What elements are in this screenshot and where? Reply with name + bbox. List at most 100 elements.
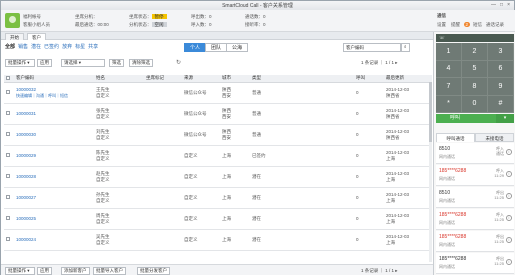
batch-select[interactable]: 批量操作 ▾ [5, 59, 35, 67]
dial-input[interactable]: ☏ [436, 34, 514, 42]
row-checkbox[interactable] [4, 166, 14, 188]
history-item[interactable]: 185****6288 网内通话 呼入 11:29 i [436, 165, 514, 186]
settings-link[interactable]: 设置 [437, 22, 446, 28]
tab-missed[interactable]: 未接电话 [475, 133, 514, 142]
history-item[interactable]: 185****6288 网内通话 呼出 11:25 i [436, 253, 514, 274]
table-row[interactable]: 10000032 快速编辑｜沟通｜呼叫｜短信 王先生 自定义 微信公众号 陕西 西安 普通 0 2… [4, 82, 432, 104]
call-log-link[interactable]: 通话记录 [486, 22, 504, 28]
scope-toggle: 个人 团队 公海 [184, 43, 248, 52]
refresh-icon[interactable]: ↻ [176, 59, 181, 66]
customer-code[interactable]: 10000027 [16, 195, 94, 201]
dial-key[interactable]: 3 [488, 43, 514, 61]
row-checkbox[interactable] [4, 103, 14, 125]
scope-personal[interactable]: 个人 [184, 43, 206, 52]
add-customer-button[interactable]: 添加新客户 [61, 267, 90, 275]
dial-key[interactable]: 2 [462, 43, 488, 61]
import-customers-button[interactable]: 批量导入客户 [93, 267, 126, 275]
row-checkbox[interactable] [4, 187, 14, 209]
table-row[interactable]: 10000029 陈先生 自定义 自定义 上海 已签约 0 2014-12-03 上海 [4, 145, 432, 167]
table-row[interactable]: 10000025 周先生 自定义 自定义 上海 潜在 0 2014-12-03 上海 [4, 208, 432, 230]
reminder-link[interactable]: 提醒 [451, 22, 460, 28]
col-type[interactable]: 类型 [250, 75, 294, 83]
sms-link[interactable]: 短信 [473, 22, 482, 28]
dial-key[interactable]: 6 [488, 60, 514, 78]
assign-customers-button[interactable]: 批量分发客户 [137, 267, 170, 275]
maximize-button[interactable]: □ [500, 2, 503, 8]
status-badge[interactable]: 暂停 [151, 14, 167, 19]
filter-all[interactable]: 全部 [5, 44, 15, 50]
customer-code[interactable]: 10000024 [16, 237, 94, 243]
search-input[interactable]: 客户编码 [343, 43, 401, 52]
table-row[interactable]: 10000030 刘先生 自定义 微信公众号 陕西 西安 普通 0 2014-12-03 陕西省 [4, 124, 432, 146]
info-icon[interactable]: i [506, 237, 512, 243]
table-row[interactable]: 10000031 张先生 自定义 微信公众号 陕西 西安 普通 0 2014-12-03 陕西省 [4, 103, 432, 125]
col-city[interactable]: 城市 [220, 75, 250, 83]
tab-customers[interactable]: 客户 [27, 33, 46, 40]
dial-key[interactable]: # [488, 95, 514, 113]
filter-shared[interactable]: 共享 [88, 44, 98, 50]
customer-code[interactable]: 10000031 [16, 111, 94, 117]
customer-code[interactable]: 10000025 [16, 216, 94, 222]
col-name[interactable]: 姓名 [94, 75, 144, 83]
history-item[interactable]: 185****6288 网内通话 呼入 11:25 i [436, 209, 514, 230]
filter-button[interactable]: 筛选 [109, 59, 124, 67]
close-button[interactable]: × [507, 2, 510, 8]
col-code[interactable]: 客户编码 [14, 75, 94, 83]
tab-start[interactable]: 开始 [5, 33, 24, 40]
row-checkbox[interactable] [4, 208, 14, 230]
col-calls[interactable]: 呼叫 [354, 75, 384, 83]
table-row[interactable]: 10000024 吴先生 自定义 自定义 上海 潜在 0 2014-12-03 上海 [4, 229, 432, 251]
pager[interactable]: 1 条记录 ｜ 1 / 1 ▸ [361, 60, 398, 66]
filter-signed[interactable]: 已签约 [44, 44, 59, 50]
dial-key[interactable]: 8 [462, 78, 488, 96]
select-all-checkbox[interactable] [4, 75, 14, 83]
filter-select[interactable]: 请选择 ▾ [61, 59, 105, 67]
history-item[interactable]: 8510 网内通话 呼出 11:25 i [436, 187, 514, 208]
filter-starred[interactable]: 标星 [75, 44, 85, 50]
bottom-pager[interactable]: 1 条记录 ｜ 1 / 1 ▸ [361, 268, 398, 274]
info-icon[interactable]: i [506, 259, 512, 265]
dial-key[interactable]: * [436, 95, 462, 113]
tab-calls[interactable]: 呼叫通话 [436, 133, 475, 142]
filter-potential[interactable]: 潜在 [31, 44, 41, 50]
dial-key[interactable]: 9 [488, 78, 514, 96]
call-button[interactable]: 呼叫 [436, 114, 496, 123]
call-options-button[interactable]: ▾ [496, 114, 514, 123]
row-checkbox[interactable] [4, 124, 14, 146]
row-checkbox[interactable] [4, 229, 14, 251]
info-icon[interactable]: i [506, 171, 512, 177]
info-icon[interactable]: i [506, 193, 512, 199]
scope-team[interactable]: 团队 [205, 43, 227, 52]
apply-button[interactable]: 应用 [37, 59, 52, 67]
scope-public[interactable]: 公海 [226, 43, 248, 52]
table-row[interactable]: 10000028 赵先生 自定义 自定义 上海 潜在 0 2014-12-03 上海 [4, 166, 432, 188]
dial-key[interactable]: 4 [436, 60, 462, 78]
bottom-batch-select[interactable]: 批量操作 ▾ [5, 267, 35, 275]
customer-code[interactable]: 10000028 [16, 174, 94, 180]
table-row[interactable]: 10000027 孙先生 自定义 自定义 上海 潜在 0 2014-12-03 上海 [4, 187, 432, 209]
clear-filter-button[interactable]: 清除筛选 [129, 59, 153, 67]
customer-code[interactable]: 10000029 [16, 153, 94, 159]
search-button[interactable]: ⌕ [401, 43, 410, 52]
history-item[interactable]: 8510 网内通话 呼入 通话 i [436, 143, 514, 164]
history-item[interactable]: 185****6288 网内通话 呼出 11:25 i [436, 231, 514, 252]
dial-key[interactable]: 5 [462, 60, 488, 78]
col-source[interactable]: 来源 [182, 75, 220, 83]
col-tag[interactable]: 坐席标记 [144, 75, 182, 83]
customer-code[interactable]: 10000030 [16, 132, 94, 138]
minimize-button[interactable]: — [491, 2, 496, 8]
filter-abandoned[interactable]: 放弃 [62, 44, 72, 50]
bottom-apply-button[interactable]: 应用 [37, 267, 52, 275]
scrollbar-thumb[interactable] [429, 82, 432, 142]
col-updated[interactable]: 最后更新 [384, 75, 432, 83]
dial-key[interactable]: 0 [462, 95, 488, 113]
filter-sales[interactable]: 销售 [18, 44, 28, 50]
table-scrollbar[interactable] [429, 82, 432, 262]
row-checkbox[interactable] [4, 145, 14, 167]
dial-key[interactable]: 1 [436, 43, 462, 61]
info-icon[interactable]: i [506, 215, 512, 221]
row-actions[interactable]: 快速编辑｜沟通｜呼叫｜短信 [16, 93, 94, 99]
row-checkbox[interactable] [4, 82, 14, 104]
dial-key[interactable]: 7 [436, 78, 462, 96]
info-icon[interactable]: i [506, 149, 512, 155]
